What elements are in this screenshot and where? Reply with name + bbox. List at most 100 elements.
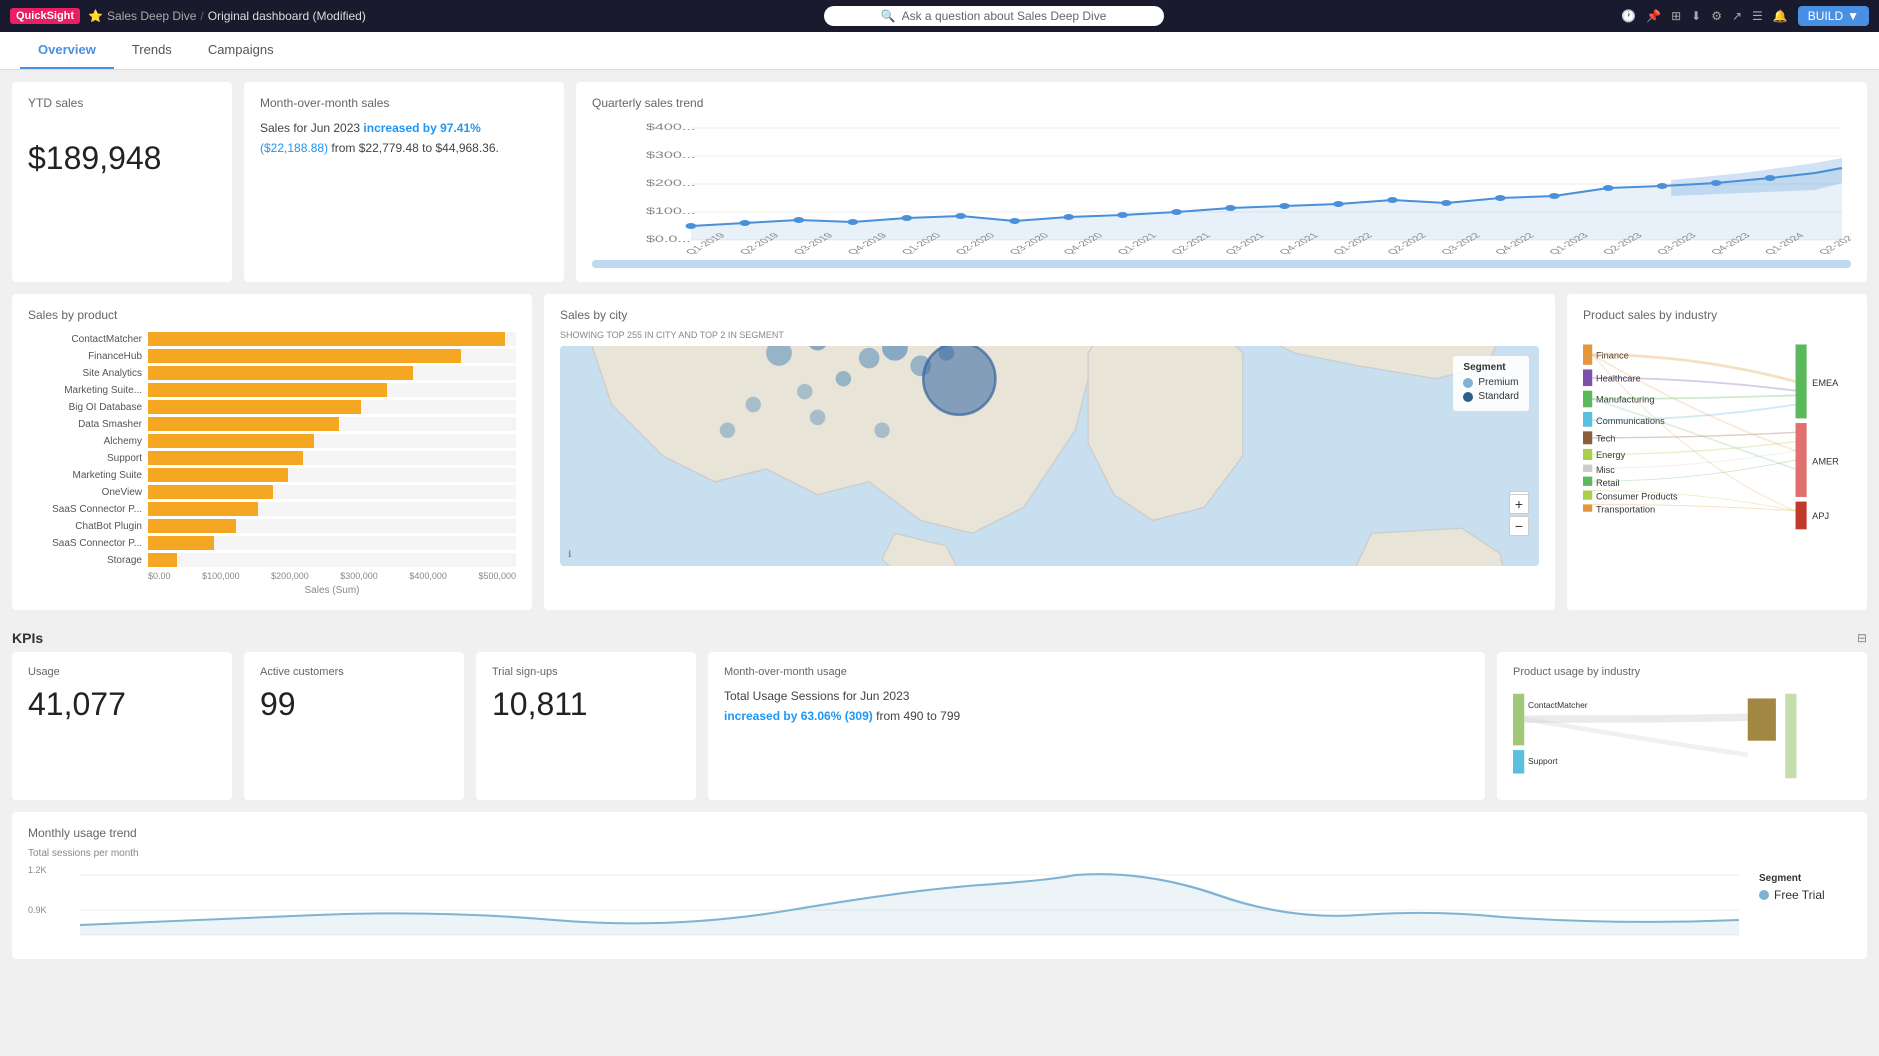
kpi-expand-icon[interactable]: ⊟ — [1857, 631, 1867, 645]
bar-container-4 — [148, 400, 516, 414]
product-usage-label: Product usage by industry — [1513, 666, 1851, 678]
mom-highlight: increased by 97.41% — [363, 121, 480, 135]
download-icon: ⬇ — [1691, 9, 1701, 23]
bar-label-3: Marketing Suite... — [28, 385, 148, 396]
star-icon: ⭐ — [88, 9, 103, 23]
mom-suffix: from $22,779.48 to $44,968.36. — [331, 141, 498, 155]
bar-row-3: Marketing Suite... — [28, 383, 516, 397]
bar-row-1: FinanceHub — [28, 349, 516, 363]
build-label: BUILD — [1808, 9, 1843, 23]
segment-label: Segment — [1759, 873, 1843, 884]
svg-text:$200...: $200... — [646, 178, 695, 188]
standard-label: Standard — [1478, 391, 1519, 402]
bar-label-2: Site Analytics — [28, 368, 148, 379]
bar-label-4: Big OI Database — [28, 402, 148, 413]
bar-container-0 — [148, 332, 516, 346]
monthly-usage-card: Monthly usage trend Total sessions per m… — [12, 812, 1867, 959]
bar-container-7 — [148, 451, 516, 465]
bar-row-6: Alchemy — [28, 434, 516, 448]
bar-container-3 — [148, 383, 516, 397]
kpi-row: Usage 41,077 Active customers 99 Trial s… — [12, 652, 1867, 800]
bar-container-8 — [148, 468, 516, 482]
svg-text:Misc: Misc — [1596, 465, 1615, 475]
x-tick-3: $300,000 — [340, 571, 378, 581]
active-customers-value: 99 — [260, 686, 448, 723]
x-tick-1: $100,000 — [202, 571, 240, 581]
bar-container-13 — [148, 553, 516, 567]
chevron-down-icon: ▼ — [1847, 9, 1859, 23]
bar-row-10: SaaS Connector P... — [28, 502, 516, 516]
svg-text:$0.0...: $0.0... — [646, 234, 691, 244]
tab-campaigns[interactable]: Campaigns — [190, 32, 292, 69]
bar-fill-5 — [148, 417, 339, 431]
grid-icon: ⊞ — [1671, 9, 1681, 23]
search-bar[interactable]: 🔍 Ask a question about Sales Deep Dive — [824, 6, 1164, 26]
svg-text:EMEA: EMEA — [1812, 378, 1839, 388]
legend-standard: Standard — [1463, 391, 1519, 402]
monthly-row: Monthly usage trend Total sessions per m… — [12, 812, 1867, 959]
mom-usage-card: Month-over-month usage Total Usage Sessi… — [708, 652, 1485, 800]
share-icon: ↗ — [1732, 9, 1742, 23]
clock-icon: 🕐 — [1621, 9, 1636, 23]
main-content: YTD sales $189,948 Month-over-month sale… — [0, 70, 1879, 971]
mom-usage-text: Total Usage Sessions for Jun 2023 increa… — [724, 686, 1469, 727]
bar-fill-8 — [148, 468, 288, 482]
breadcrumb-separator: / — [200, 9, 203, 23]
zoom-in-button[interactable]: + — [1509, 494, 1529, 514]
city-title: Sales by city — [560, 308, 1539, 322]
ytd-sales-card: YTD sales $189,948 — [12, 82, 232, 282]
bar-label-9: OneView — [28, 487, 148, 498]
bar-fill-3 — [148, 383, 387, 397]
industry-title: Product sales by industry — [1583, 308, 1851, 322]
svg-text:$300...: $300... — [646, 150, 695, 160]
monthly-subtitle: Total sessions per month — [28, 848, 1851, 859]
tab-trends[interactable]: Trends — [114, 32, 190, 69]
trial-signups-card: Trial sign-ups 10,811 — [476, 652, 696, 800]
zoom-out-button[interactable]: − — [1509, 516, 1529, 536]
bar-fill-6 — [148, 434, 314, 448]
monthly-content: 1.2K 0.9K — [28, 865, 1851, 945]
svg-text:Support: Support — [1528, 756, 1558, 766]
kpi-title: KPIs — [12, 630, 43, 646]
sankey-svg: Finance Healthcare Manufacturing Communi… — [1583, 330, 1851, 580]
bar-fill-13 — [148, 553, 177, 567]
svg-text:$400...: $400... — [646, 122, 695, 132]
bar-label-8: Marketing Suite — [28, 470, 148, 481]
svg-text:$100...: $100... — [646, 206, 695, 216]
breadcrumb-item-2: Original dashboard (Modified) — [208, 9, 366, 23]
map-info-icon: ℹ — [568, 549, 571, 560]
mom-amount: ($22,188.88) — [260, 141, 328, 155]
svg-text:Tech: Tech — [1596, 434, 1616, 444]
x-axis-label: Sales (Sum) — [148, 585, 516, 596]
mom-title: Month-over-month sales — [260, 96, 548, 110]
bar-label-13: Storage — [28, 555, 148, 566]
free-trial-label: Free Trial — [1774, 888, 1825, 902]
city-subtitle: SHOWING TOP 255 IN CITY AND TOP 2 IN SEG… — [560, 330, 1539, 340]
map-area: Segment Premium Standard ⤢ + − ℹ — [560, 346, 1539, 566]
segment-label: Segment — [1463, 362, 1519, 373]
build-button[interactable]: BUILD ▼ — [1798, 6, 1869, 26]
mom-usage-suffix: from 490 to 799 — [876, 709, 960, 723]
monthly-chart-svg — [80, 865, 1739, 945]
mom-sales-card: Month-over-month sales Sales for Jun 202… — [244, 82, 564, 282]
tab-overview[interactable]: Overview — [20, 32, 114, 69]
mom-usage-label: Month-over-month usage — [724, 666, 1469, 678]
svg-text:Retail: Retail — [1596, 478, 1620, 488]
svg-text:Transportation: Transportation — [1596, 505, 1655, 515]
premium-dot — [1463, 378, 1473, 388]
bar-fill-12 — [148, 536, 214, 550]
sales-by-product-card: Sales by product ContactMatcher FinanceH… — [12, 294, 532, 610]
menu-icon: ☰ — [1752, 9, 1763, 23]
free-trial-legend: Free Trial — [1759, 888, 1843, 902]
mom-text: Sales for Jun 2023 increased by 97.41% (… — [260, 118, 548, 159]
bar-row-2: Site Analytics — [28, 366, 516, 380]
svg-text:AMER: AMER — [1812, 457, 1839, 467]
bar-row-7: Support — [28, 451, 516, 465]
breadcrumb-item-1[interactable]: Sales Deep Dive — [107, 9, 196, 23]
search-icon: 🔍 — [881, 9, 896, 23]
chart-range-slider[interactable] — [592, 260, 1851, 268]
x-tick-4: $400,000 — [409, 571, 447, 581]
bar-label-12: SaaS Connector P... — [28, 538, 148, 549]
free-trial-dot — [1759, 890, 1769, 900]
bar-fill-7 — [148, 451, 303, 465]
